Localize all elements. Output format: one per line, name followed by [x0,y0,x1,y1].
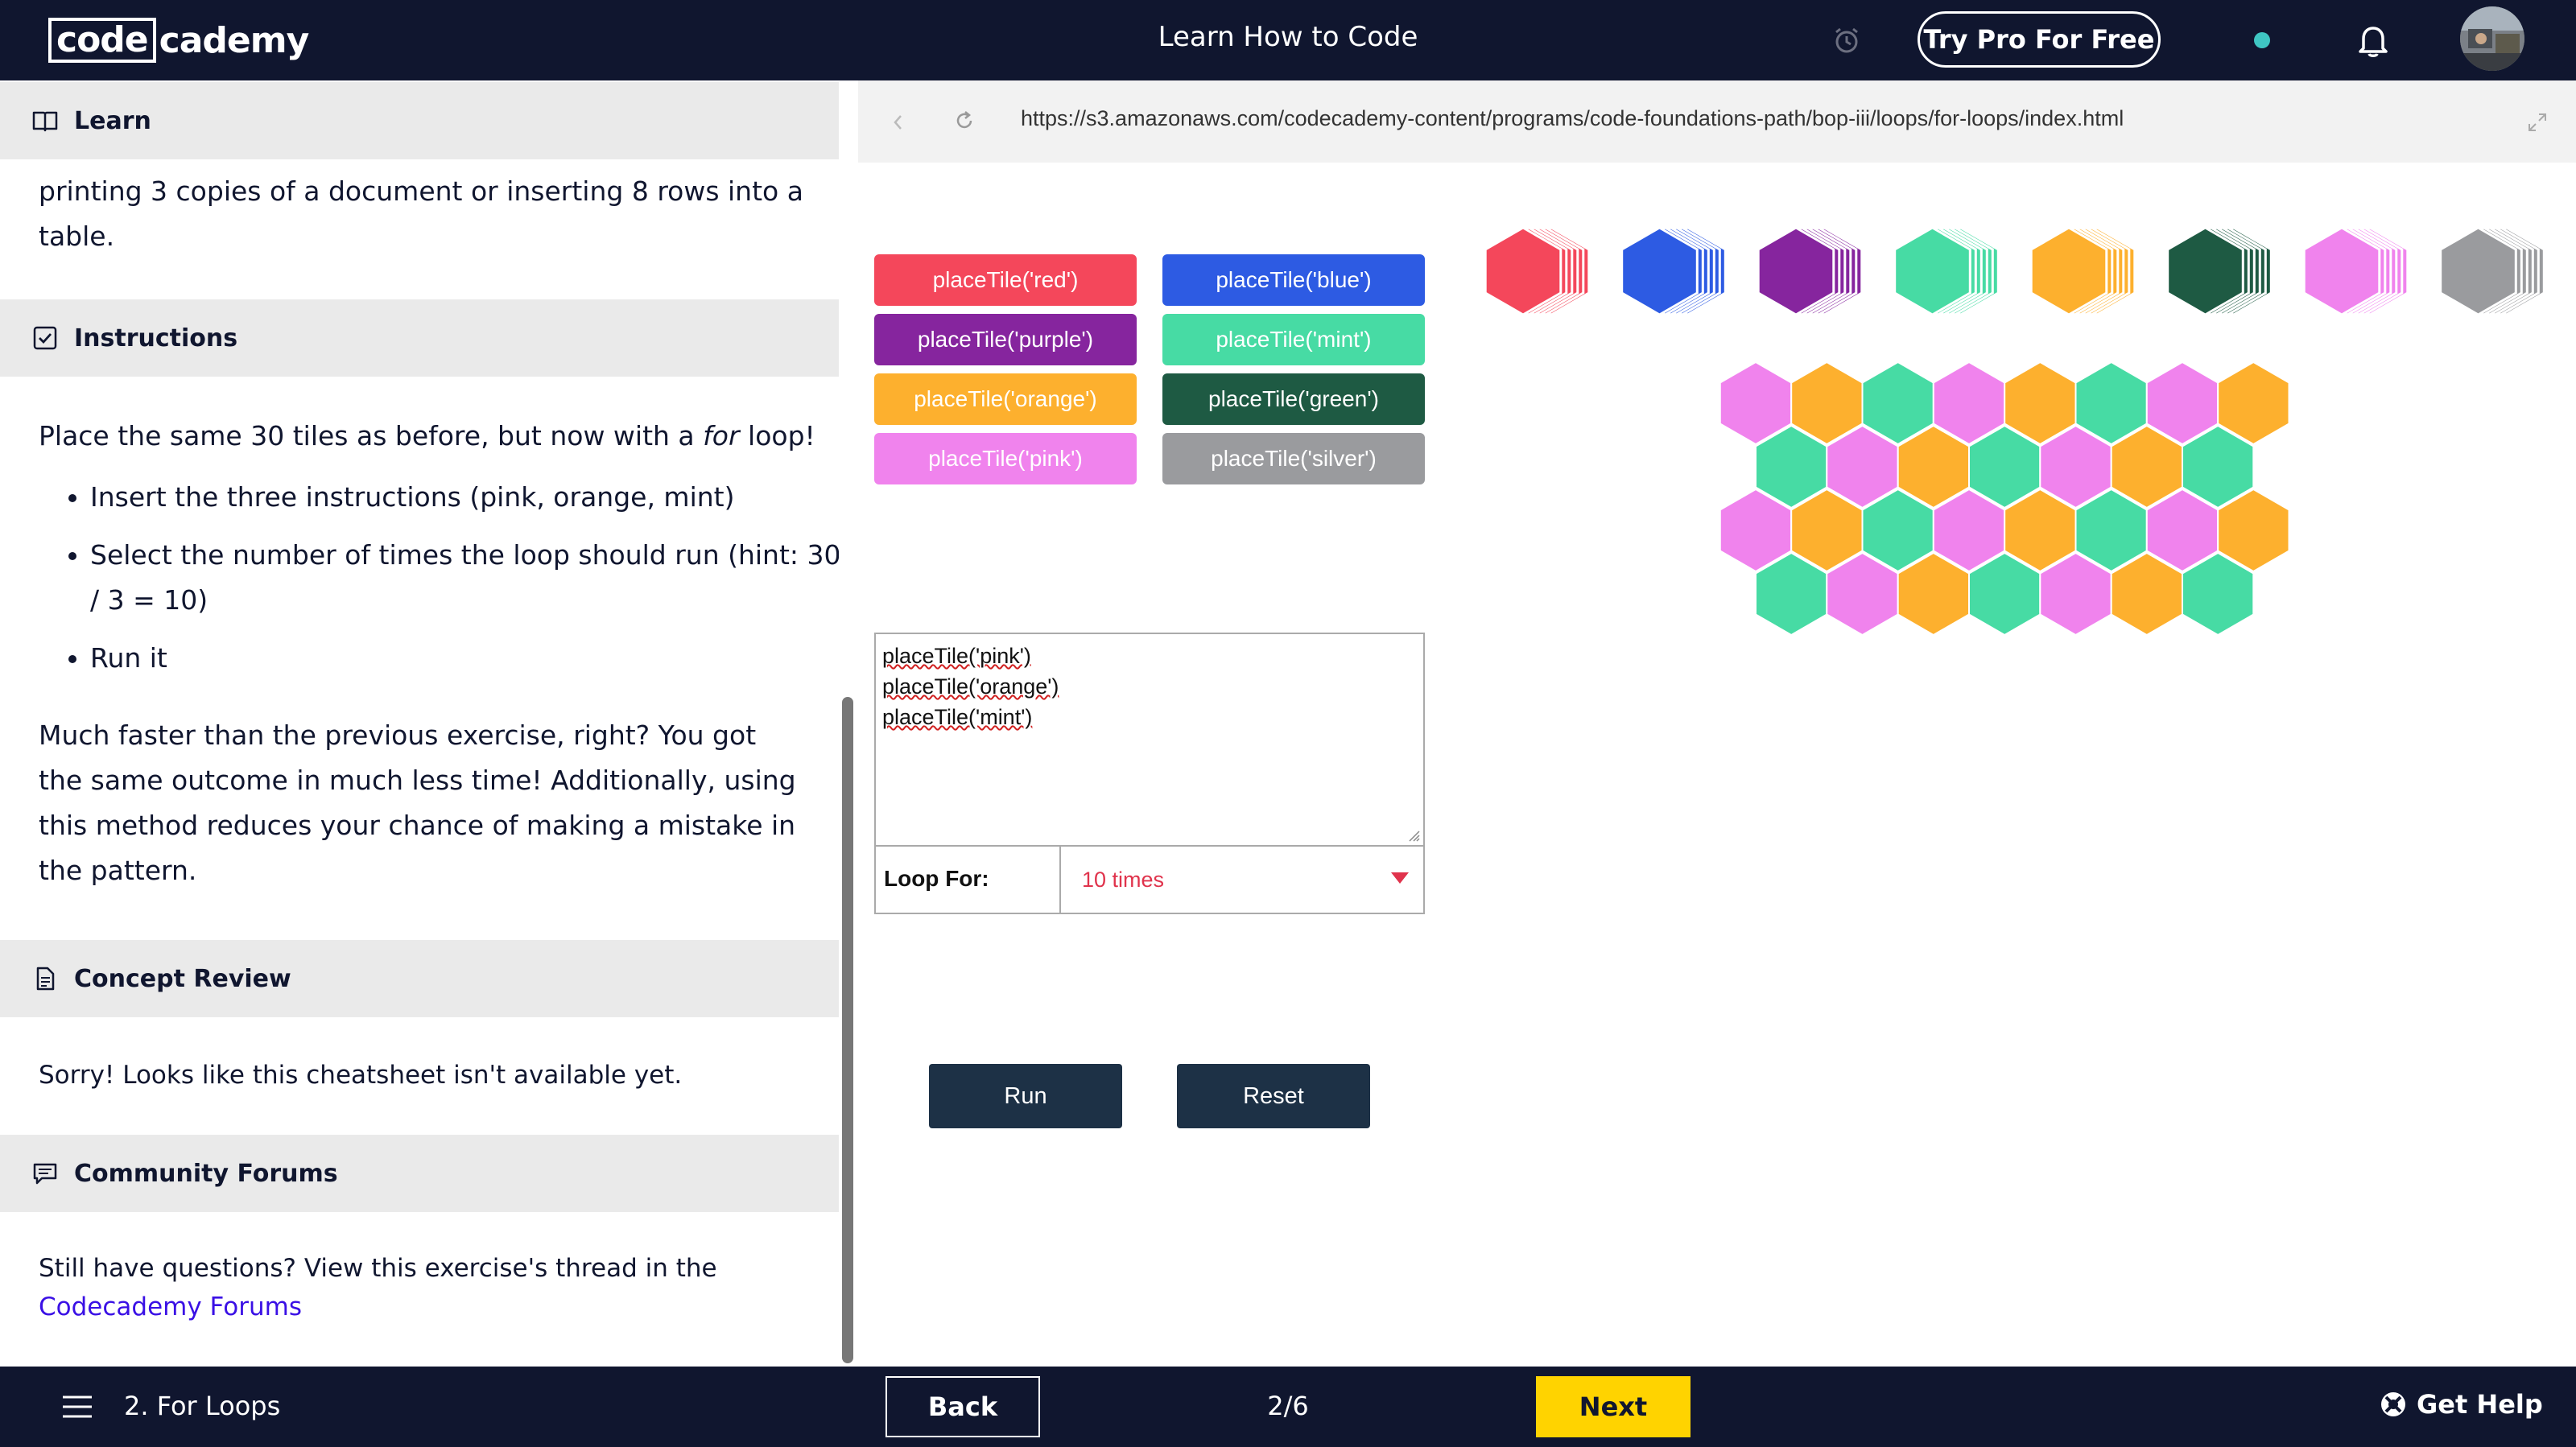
logo-cademy-text: cademy [159,19,310,61]
alarm-clock-icon[interactable] [1832,26,1861,55]
concept-review-heading: Concept Review [74,964,291,993]
learn-heading: Learn [74,106,151,135]
hamburger-menu-icon[interactable] [61,1394,93,1420]
code-line-text: placeTile('pink') [882,644,1031,668]
loop-for-row: Loop For: 10 times [876,845,1423,914]
code-line-text: placeTile('mint') [882,705,1033,729]
concept-review-text: Sorry! Looks like this cheatsheet isn't … [39,1061,683,1090]
code-line: placeTile('pink') [882,641,1414,671]
community-forums-header[interactable]: Community Forums [0,1135,839,1212]
next-button[interactable]: Next [1536,1376,1690,1437]
place-tile-purple-button[interactable]: placeTile('purple') [874,314,1137,365]
dropdown-caret-icon [1391,872,1409,884]
document-icon [36,967,55,991]
user-avatar[interactable] [2460,6,2524,71]
expand-icon[interactable] [2526,111,2549,134]
run-button[interactable]: Run [929,1064,1122,1128]
tile-stack [1620,227,1727,315]
status-indicator [2254,32,2270,48]
tile-stack [2029,227,2136,315]
get-help-button[interactable]: Get Help [2380,1389,2543,1420]
learn-text-line-2: table. [39,221,115,252]
instruction-item: Run it [90,636,839,681]
place-tile-silver-button[interactable]: placeTile('silver') [1162,433,1425,484]
back-button[interactable]: Back [886,1376,1040,1437]
notification-bell-icon[interactable] [2357,23,2389,58]
learn-text-line-1: printing 3 copies of a document or inser… [39,175,803,207]
browser-toolbar: https://s3.amazonaws.com/codecademy-cont… [858,80,2576,163]
try-pro-button[interactable]: Try Pro For Free [1918,11,2161,68]
code-textarea[interactable]: placeTile('pink') placeTile('orange') plac… [882,641,1414,842]
community-text: Still have questions? View this exercise… [39,1254,717,1283]
loop-count-value: 10 times [1082,868,1165,892]
refresh-icon[interactable] [953,109,976,132]
instructions-followup: Much faster than the previous exercise, … [39,719,796,886]
codecademy-logo[interactable]: code cademy [48,18,310,63]
code-line-text: placeTile('orange') [882,674,1059,699]
place-tile-mint-button[interactable]: placeTile('mint') [1162,314,1425,365]
place-tile-red-button[interactable]: placeTile('red') [874,254,1137,306]
tile-stack [2166,227,2273,315]
resize-handle-icon[interactable] [1406,827,1420,842]
loop-for-label: Loop For: [884,866,989,891]
logo-code-text: code [48,18,156,63]
instructions-intro: Place the same 30 tiles as before, but n… [39,420,815,451]
bottom-nav-bar: 2. For Loops Back 2/6 Next Get Help [0,1367,2576,1447]
place-tile-green-button[interactable]: placeTile('green') [1162,373,1425,425]
tile-stack [2302,227,2409,315]
tile-stack [1893,227,2000,315]
tile-stacks [1484,227,2544,315]
instruction-item: Insert the three instructions (pink, ora… [90,475,839,520]
lesson-panel-scrollbar[interactable] [842,697,853,1363]
lesson-panel: Learn printing 3 copies of a document or… [0,80,839,1367]
lesson-progress: 2/6 [1267,1391,1309,1421]
open-book-icon [32,111,58,132]
tile-stack [1484,227,1591,315]
instructions-heading: Instructions [74,324,238,352]
reset-button[interactable]: Reset [1177,1064,1370,1128]
place-tile-blue-button[interactable]: placeTile('blue') [1162,254,1425,306]
life-ring-icon [2381,1392,2405,1416]
address-bar[interactable]: https://s3.amazonaws.com/codecademy-cont… [1021,106,2124,131]
chat-bubble-icon [33,1163,57,1185]
tile-stack [1757,227,1864,315]
top-nav-bar: code cademy Learn How to Code Try Pro For… [0,0,2576,80]
code-editor: placeTile('pink') placeTile('orange') plac… [874,633,1425,914]
learn-header[interactable]: Learn [0,82,839,159]
place-tile-pink-button[interactable]: placeTile('pink') [874,433,1137,484]
community-forums-heading: Community Forums [74,1159,338,1188]
checkbox-icon [33,326,57,350]
code-line: placeTile('mint') [882,702,1414,732]
code-line: placeTile('orange') [882,671,1414,702]
tile-honeycomb [1719,361,2290,637]
instruction-item: Select the number of times the loop shou… [90,533,839,623]
concept-review-header[interactable]: Concept Review [0,940,839,1017]
lesson-name[interactable]: 2. For Loops [124,1391,280,1421]
place-tile-orange-button[interactable]: placeTile('orange') [874,373,1137,425]
loop-count-select[interactable]: 10 times [1059,847,1425,914]
instructions-header[interactable]: Instructions [0,299,839,377]
get-help-label: Get Help [2417,1389,2543,1420]
page-title: Learn How to Code [1158,21,1418,53]
codecademy-forums-link[interactable]: Codecademy Forums [39,1288,302,1326]
instructions-list: Insert the three instructions (pink, ora… [48,475,839,694]
browser-back-icon[interactable] [887,111,910,134]
tile-stack [2439,227,2544,315]
